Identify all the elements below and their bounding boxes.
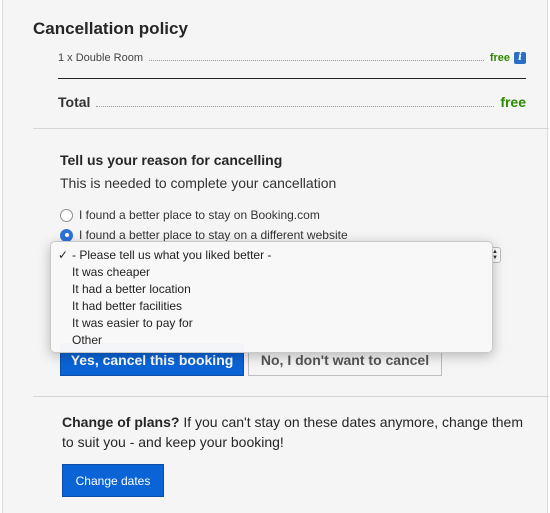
section-separator [33,128,549,129]
change-dates-button[interactable]: Change dates [62,464,164,497]
change-of-plans-text: Change of plans? If you can't stay on th… [62,412,532,452]
dropdown-option-label: It had better facilities [72,299,183,313]
cancellation-policy-title: Cancellation policy [33,19,188,38]
reason-option-booking[interactable]: I found a better place to stay on Bookin… [60,208,320,222]
dropdown-option[interactable]: It was easier to pay for [51,315,492,332]
dropdown-option[interactable]: ✓ - Please tell us what you liked better… [51,247,492,264]
dropdown-option[interactable]: It had a better location [51,281,492,298]
divider-rule [58,78,526,79]
cancellation-panel: Cancellation policy 1 x Double Room free… [2,0,549,513]
reason-option-label: I found a better place to stay on Bookin… [79,208,320,222]
dropdown-option-label: It was easier to pay for [72,316,193,330]
total-label: Total [58,94,91,110]
reason-subheading: This is needed to complete your cancella… [60,175,337,191]
liked-better-dropdown[interactable]: ✓ - Please tell us what you liked better… [50,241,493,353]
dropdown-option-label: It was cheaper [72,265,151,279]
info-icon[interactable]: i [514,52,526,64]
dropdown-option[interactable]: Other [51,332,492,349]
section-separator [33,396,549,397]
radio-button[interactable] [60,208,73,222]
checkmark-icon: ✓ [58,248,69,262]
total-row: Total free [58,93,526,111]
dropdown-option-label: Other [72,333,103,347]
room-price-row: 1 x Double Room free i [58,50,526,66]
reason-option-other-website[interactable]: I found a better place to stay on a diff… [60,228,348,242]
reason-option-label: I found a better place to stay on a diff… [79,228,348,242]
dotted-leader [149,59,484,61]
dropdown-option[interactable]: It was cheaper [51,264,492,281]
radio-button-selected[interactable] [60,228,73,242]
dropdown-option-label: It had a better location [72,282,191,296]
dropdown-option[interactable]: It had better facilities [51,298,492,315]
change-of-plans-bold: Change of plans? [62,414,180,430]
reason-heading: Tell us your reason for cancelling [60,152,283,168]
dotted-leader [96,105,495,107]
room-price: free [489,52,510,64]
room-label: 1 x Double Room [58,52,143,64]
total-price: free [500,94,526,110]
dropdown-option-label: - Please tell us what you liked better - [72,248,272,262]
